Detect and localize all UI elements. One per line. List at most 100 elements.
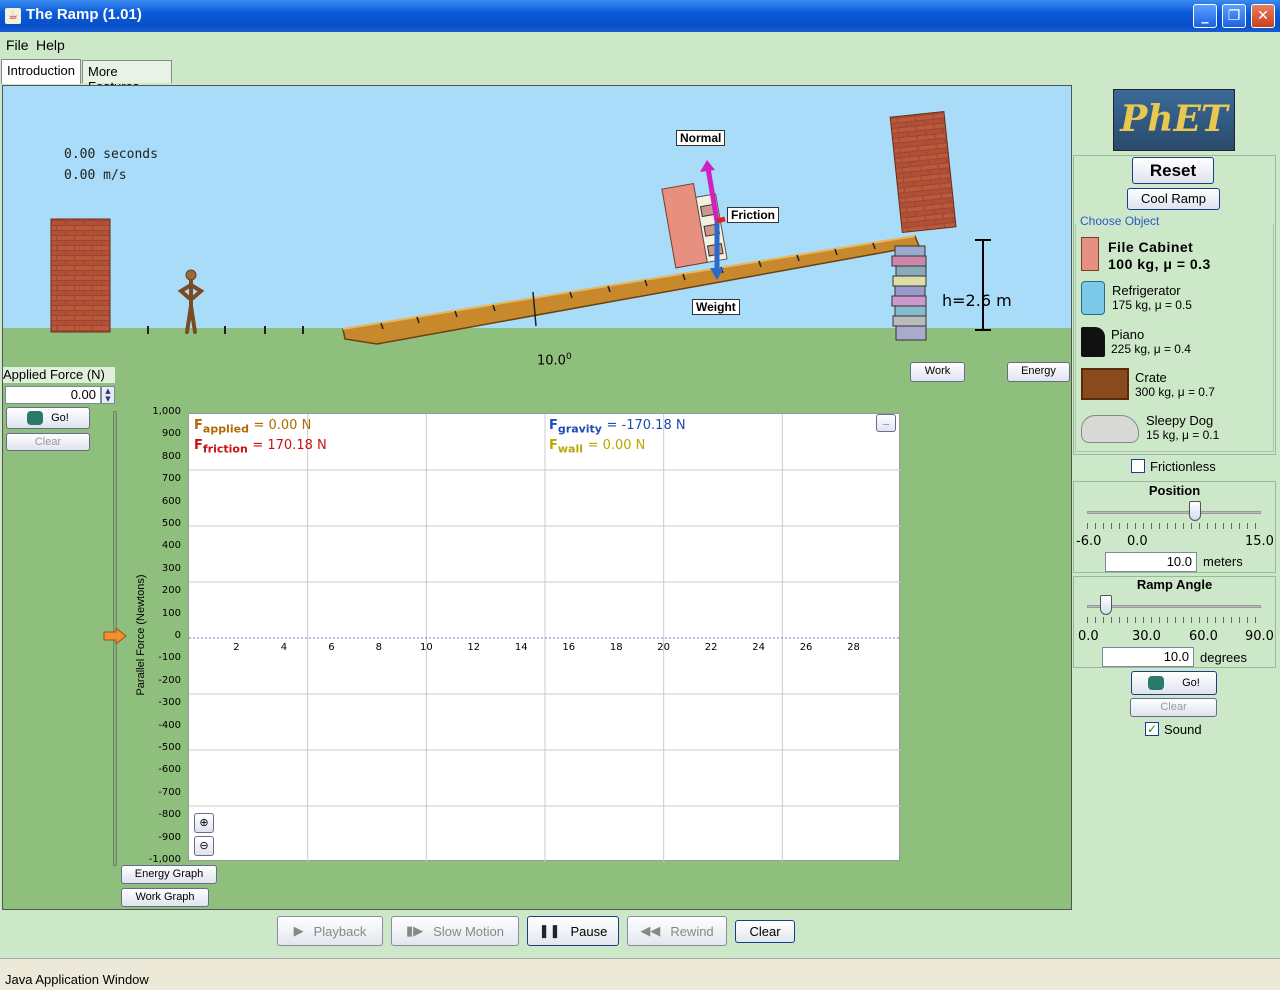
frictionless-checkbox[interactable] [1131,459,1145,473]
menu-file[interactable]: File [6,37,29,53]
object-piano[interactable]: Piano 225 kg, μ = 0.4 [1081,325,1271,359]
x-tick-label: 10 [420,642,433,653]
position-slider-ticks [1087,523,1261,529]
y-tick-label: -300 [158,697,181,709]
applied-force-slider-handle[interactable] [102,628,128,644]
dog-icon [1081,415,1139,443]
clear-button[interactable]: Clear [735,920,795,943]
angle-field[interactable]: 10.0 [1102,647,1194,667]
object-name: Crate [1135,370,1167,385]
ramp-angle-title: Ramp Angle [1136,577,1213,592]
applied-force-label: Applied Force (N) [3,367,115,383]
x-tick-label: 4 [281,642,287,653]
cool-ramp-button[interactable]: Cool Ramp [1127,188,1220,210]
angle-tick-0: 0.0 [1078,629,1099,644]
zoom-out-icon[interactable]: ⊖ [194,836,214,856]
angle-slider-thumb[interactable] [1100,595,1113,615]
sound-checkbox[interactable]: ✓ [1145,722,1159,736]
energy-button[interactable]: Energy [1007,362,1070,382]
applied-go-button[interactable]: Go! [6,407,90,429]
position-field[interactable]: 10.0 [1105,552,1197,572]
tab-more-features[interactable]: More Features [82,60,172,94]
traffic-light-icon [1148,676,1165,690]
y-tick-label: 800 [161,450,181,462]
x-tick-label: 14 [515,642,528,653]
status-bar: Java Application Window [0,958,1280,990]
angle-tick-90: 90.0 [1245,629,1274,644]
playback-button[interactable]: ▶ Playback [277,916,383,946]
energy-graph-button[interactable]: Energy Graph [121,865,217,884]
object-sub: 175 kg, μ = 0.5 [1112,298,1192,312]
object-refrigerator[interactable]: Refrigerator 175 kg, μ = 0.5 [1081,281,1271,317]
java-app-icon: ☕ [5,8,21,24]
applied-clear-button[interactable]: Clear [6,433,90,451]
angle-slider-track[interactable] [1087,605,1261,608]
object-file-cabinet[interactable]: File Cabinet 100 kg, μ = 0.3 [1081,237,1271,275]
work-button[interactable]: Work [910,362,965,382]
rewind-button[interactable]: ◀◀ Rewind [627,916,727,946]
phet-logo: PhET [1113,89,1235,151]
angle-label: 10.00 [537,352,572,369]
tab-introduction[interactable]: Introduction [1,59,81,84]
y-tick-label: 1,000 [152,406,181,417]
x-tick-label: 26 [800,642,813,653]
y-tick-label: -600 [158,764,181,776]
frictionless-label: Frictionless [1150,459,1216,474]
minimize-icon[interactable]: _ [1193,4,1217,28]
ramp [342,235,921,345]
window-title: The Ramp (1.01) [26,6,142,23]
right-wall [889,110,957,234]
applied-force-field[interactable]: 0.00 [5,386,101,404]
position-slider-thumb[interactable] [1188,501,1201,521]
menu-help[interactable]: Help [36,37,65,53]
applied-force-spinner[interactable]: ▲ ▼ [101,386,115,404]
angle-clear-button[interactable]: Clear [1130,698,1217,717]
angle-tick-30: 30.0 [1132,629,1161,644]
y-tick-label: 0 [174,630,181,641]
f-gravity-readout: Fgravity = -170.18 N [549,418,686,436]
position-title: Position [1148,483,1201,498]
status-text: Java Application Window [5,972,149,987]
y-tick-label: -100 [158,652,181,664]
angle-slider-ticks [1087,617,1261,623]
y-tick-label: -400 [158,719,181,731]
sound-label: Sound [1164,722,1202,737]
traffic-light-icon [27,411,44,425]
slow-motion-button[interactable]: ▮▶ Slow Motion [391,916,519,946]
book-stack [891,245,927,341]
object-sleepy-dog[interactable]: Sleepy Dog 15 kg, μ = 0.1 [1081,411,1271,447]
pause-button[interactable]: ❚❚ Pause [527,916,619,946]
height-label: h=2.6 m [942,291,1012,310]
reset-button[interactable]: Reset [1132,157,1214,184]
position-slider-track[interactable] [1087,511,1261,514]
x-tick-label: 18 [610,642,623,653]
y-tick-label: -900 [158,831,181,843]
position-unit: meters [1203,554,1243,569]
x-tick-label: 20 [657,642,670,653]
y-tick-label: -700 [158,786,181,798]
y-tick-label: -500 [158,742,181,753]
y-tick-label: 100 [161,607,181,619]
close-icon[interactable]: ✕ [1251,4,1275,28]
object-crate[interactable]: Crate 300 kg, μ = 0.7 [1081,368,1271,402]
work-graph-button[interactable]: Work Graph [121,888,209,907]
angle-go-button[interactable]: Go! [1131,671,1217,695]
ramp-scene [50,110,991,345]
left-wall [50,218,111,333]
f-friction-readout: Ffriction = 170.18 N [194,438,327,456]
object-sub: 15 kg, μ = 0.1 [1146,428,1220,442]
zoom-in-icon[interactable]: ⊕ [194,813,214,833]
graph-minimize-button[interactable]: _ [876,414,896,432]
friction-force-arrow [716,216,726,224]
y-tick-label: 500 [161,518,181,529]
step-icon: ▮▶ [406,923,424,938]
weight-label: Weight [692,299,740,315]
position-tick-min: -6.0 [1076,534,1102,549]
y-tick-label: -200 [158,674,181,686]
position-tick-zero: 0.0 [1127,534,1148,549]
force-graph: 2 4 6 8 10 12 14 16 18 20 22 24 26 28 Fapplied = 0.00… [188,413,901,862]
ground-ruler [147,326,304,334]
angle-tick-60: 60.0 [1189,629,1218,644]
object-sub: 300 kg, μ = 0.7 [1135,385,1215,399]
maximize-icon[interactable]: ❐ [1222,4,1246,28]
